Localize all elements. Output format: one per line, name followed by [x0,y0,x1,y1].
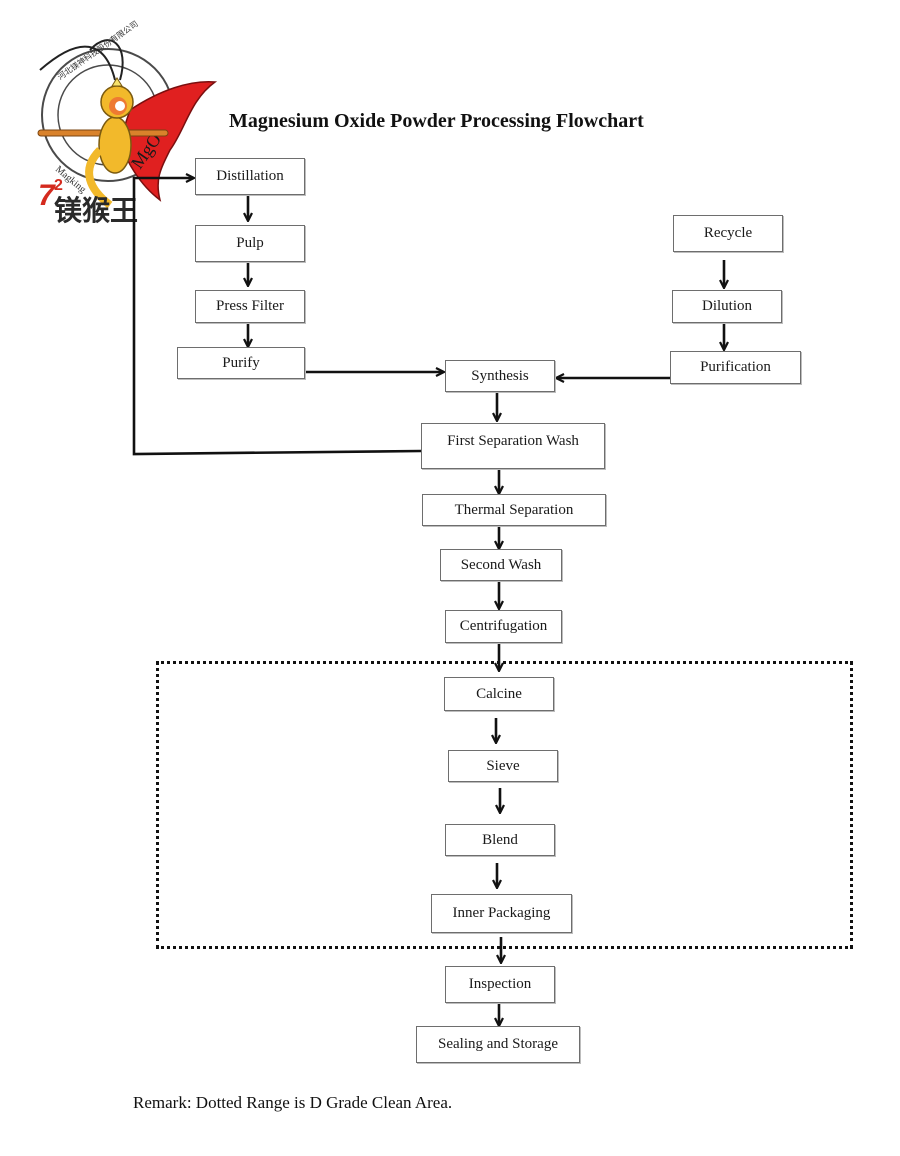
node-sieve[interactable]: Sieve [448,750,558,782]
node-inner-packaging[interactable]: Inner Packaging [431,894,572,933]
node-press-filter[interactable]: Press Filter [195,290,305,323]
node-centrifugation[interactable]: Centrifugation [445,610,562,643]
node-thermal-separation[interactable]: Thermal Separation [422,494,606,526]
node-synthesis[interactable]: Synthesis [445,360,555,392]
node-second-wash[interactable]: Second Wash [440,549,562,581]
node-sealing-and-storage[interactable]: Sealing and Storage [416,1026,580,1063]
node-recycle[interactable]: Recycle [673,215,783,252]
node-pulp[interactable]: Pulp [195,225,305,262]
node-purification[interactable]: Purification [670,351,801,384]
remark-note: Remark: Dotted Range is D Grade Clean Ar… [133,1093,453,1112]
node-first-separation-wash[interactable]: First Separation Wash [421,423,605,469]
node-dilution[interactable]: Dilution [672,290,782,323]
node-calcine[interactable]: Calcine [444,677,554,711]
node-inspection[interactable]: Inspection [445,966,555,1003]
node-blend[interactable]: Blend [445,824,555,856]
node-distillation[interactable]: Distillation [195,158,305,195]
node-purify[interactable]: Purify [177,347,305,379]
